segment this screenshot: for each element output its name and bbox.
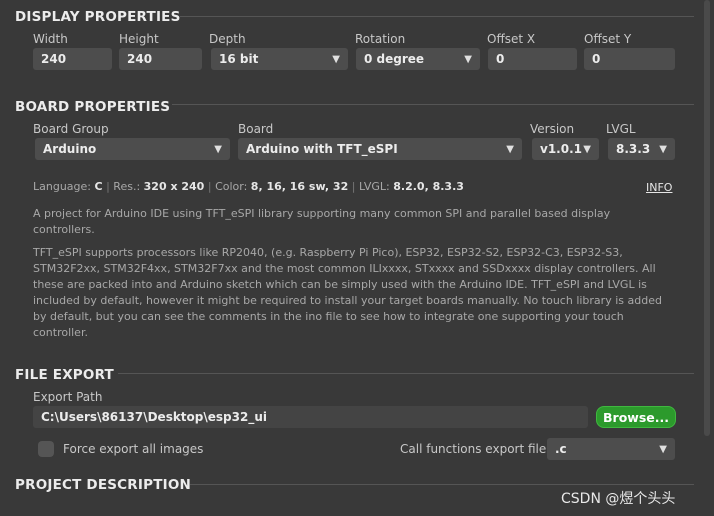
file-export-title: FILE EXPORT bbox=[15, 367, 114, 383]
export-path-label: Export Path bbox=[33, 390, 103, 404]
meta-lvgl-value: 8.2.0, 8.3.3 bbox=[393, 180, 464, 193]
chevron-down-icon: ▼ bbox=[332, 53, 340, 65]
lvgl-select[interactable]: 8.3.3 ▼ bbox=[608, 138, 675, 160]
language-label: Language: bbox=[33, 180, 91, 193]
version-label: Version bbox=[530, 122, 575, 136]
depth-label: Depth bbox=[209, 32, 246, 46]
board-select[interactable]: Arduino with TFT_eSPI ▼ bbox=[238, 138, 522, 160]
call-functions-value: .c bbox=[555, 442, 567, 456]
call-functions-select[interactable]: .c ▼ bbox=[547, 438, 675, 460]
lvgl-label: LVGL bbox=[606, 122, 636, 136]
force-export-label: Force export all images bbox=[63, 442, 204, 456]
board-description-2: TFT_eSPI supports processors like RP2040… bbox=[33, 246, 662, 339]
force-export-checkbox[interactable] bbox=[38, 441, 54, 457]
depth-value: 16 bit bbox=[219, 52, 259, 66]
depth-select[interactable]: 16 bit ▼ bbox=[211, 48, 348, 70]
chevron-down-icon: ▼ bbox=[214, 143, 222, 155]
export-path-input[interactable]: C:\Users\86137\Desktop\esp32_ui bbox=[33, 406, 588, 428]
board-group-select[interactable]: Arduino ▼ bbox=[35, 138, 230, 160]
offset-y-label: Offset Y bbox=[584, 32, 632, 46]
call-functions-label: Call functions export file bbox=[400, 442, 547, 456]
height-label: Height bbox=[119, 32, 159, 46]
board-description-1: A project for Arduino IDE using TFT_eSPI… bbox=[33, 207, 611, 236]
browse-button[interactable]: Browse... bbox=[596, 406, 676, 428]
lvgl-value: 8.3.3 bbox=[616, 142, 651, 156]
version-value: v1.0.1 bbox=[540, 142, 582, 156]
chevron-down-icon: ▼ bbox=[659, 143, 667, 155]
width-input[interactable]: 240 bbox=[33, 48, 112, 70]
display-properties-title: DISPLAY PROPERTIES bbox=[15, 9, 181, 25]
info-link[interactable]: INFO bbox=[646, 181, 672, 194]
rotation-value: 0 degree bbox=[364, 52, 425, 66]
width-label: Width bbox=[33, 32, 68, 46]
board-group-label: Board Group bbox=[33, 122, 109, 136]
color-label: Color: bbox=[215, 180, 248, 193]
board-properties-title: BOARD PROPERTIES bbox=[15, 99, 171, 115]
section-divider bbox=[172, 104, 694, 105]
section-divider bbox=[190, 484, 694, 485]
chevron-down-icon: ▼ bbox=[583, 143, 591, 155]
res-value: 320 x 240 bbox=[143, 180, 205, 193]
chevron-down-icon: ▼ bbox=[659, 443, 667, 455]
res-label: Res.: bbox=[113, 180, 141, 193]
height-input[interactable]: 240 bbox=[119, 48, 202, 70]
watermark: CSDN @煜个头头 bbox=[561, 491, 676, 507]
section-divider bbox=[118, 373, 694, 374]
board-meta-line: Language: C | Res.: 320 x 240 | Color: 8… bbox=[33, 180, 464, 193]
chevron-down-icon: ▼ bbox=[464, 53, 472, 65]
rotation-select[interactable]: 0 degree ▼ bbox=[356, 48, 480, 70]
language-value: C bbox=[94, 180, 103, 193]
vertical-scrollbar[interactable] bbox=[704, 0, 710, 436]
color-value: 8, 16, 16 sw, 32 bbox=[250, 180, 349, 193]
rotation-label: Rotation bbox=[355, 32, 406, 46]
version-select[interactable]: v1.0.1 ▼ bbox=[532, 138, 599, 160]
offset-y-input[interactable]: 0 bbox=[584, 48, 675, 70]
board-label: Board bbox=[238, 122, 274, 136]
chevron-down-icon: ▼ bbox=[506, 143, 514, 155]
offset-x-input[interactable]: 0 bbox=[488, 48, 577, 70]
board-group-value: Arduino bbox=[43, 142, 97, 156]
meta-lvgl-label: LVGL: bbox=[358, 180, 390, 193]
board-value: Arduino with TFT_eSPI bbox=[246, 142, 398, 156]
offset-x-label: Offset X bbox=[487, 32, 536, 46]
project-description-title: PROJECT DESCRIPTION bbox=[15, 477, 192, 493]
section-divider bbox=[180, 16, 694, 17]
